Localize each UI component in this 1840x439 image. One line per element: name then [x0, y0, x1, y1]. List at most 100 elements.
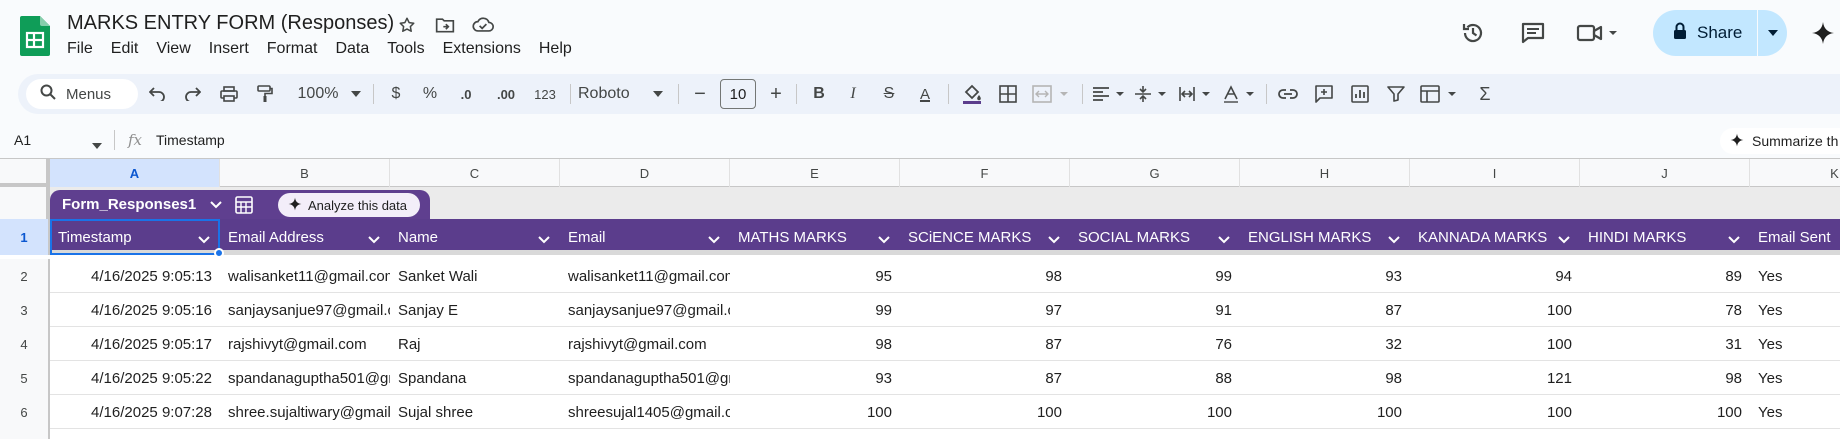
table-calculator-icon[interactable] [232, 194, 256, 216]
cell-timestamp[interactable]: 4/16/2025 9:07:28 [50, 395, 220, 429]
header-cell-email[interactable]: Email [560, 219, 730, 255]
zoom-select[interactable]: 100% [290, 74, 346, 114]
cell-english[interactable]: 32 [1240, 327, 1410, 361]
cell-social[interactable]: 100 [1070, 395, 1240, 429]
menus-search[interactable]: Menus [26, 79, 138, 109]
font-family-select[interactable]: Roboto [578, 74, 638, 114]
cell-hindi[interactable]: 78 [1580, 293, 1750, 327]
column-header-j[interactable]: J [1580, 159, 1750, 187]
column-menu-chevron-icon[interactable] [538, 231, 550, 248]
cell-social[interactable]: 99 [1070, 259, 1240, 293]
menu-data[interactable]: Data [326, 40, 378, 58]
name-box-dropdown-icon[interactable] [92, 136, 102, 154]
cell-email-address[interactable]: spandanaguptha501@gmail.com [220, 361, 390, 395]
analyze-data-button[interactable]: Analyze this data [278, 193, 420, 217]
table-tab[interactable]: Form_Responses1 Analyze this data [50, 190, 430, 219]
summarize-button[interactable]: Summarize th [1720, 128, 1840, 154]
column-header-i[interactable]: I [1410, 159, 1580, 187]
header-cell-email-sent[interactable]: Email Sent [1750, 219, 1840, 255]
cell-email-sent[interactable]: Yes [1750, 327, 1840, 361]
star-icon[interactable] [396, 14, 418, 36]
cell-english[interactable]: 93 [1240, 259, 1410, 293]
cell-maths[interactable]: 99 [730, 293, 900, 327]
menu-view[interactable]: View [147, 40, 199, 58]
column-menu-chevron-icon[interactable] [1218, 231, 1230, 248]
sheets-logo-icon[interactable] [20, 16, 50, 56]
cell-maths[interactable]: 93 [730, 361, 900, 395]
horizontal-align-icon[interactable] [1090, 74, 1130, 114]
select-all-corner[interactable] [0, 159, 50, 187]
cell-name[interactable]: Raj [390, 327, 560, 361]
print-icon[interactable] [216, 74, 242, 114]
column-header-k[interactable]: K [1750, 159, 1840, 187]
cell-email-address[interactable]: walisanket11@gmail.com [220, 259, 390, 293]
menu-extensions[interactable]: Extensions [434, 40, 530, 58]
cell-hindi[interactable]: 100 [1580, 395, 1750, 429]
gemini-sparkle-icon[interactable] [1810, 20, 1836, 46]
header-cell-kannada-marks[interactable]: KANNADA MARKS [1410, 219, 1580, 255]
insert-chart-icon[interactable] [1346, 74, 1374, 114]
cell-maths[interactable]: 100 [730, 395, 900, 429]
header-cell-hindi-marks[interactable]: HINDI MARKS [1580, 219, 1750, 255]
cell-timestamp[interactable]: 4/16/2025 9:05:16 [50, 293, 220, 327]
cell-kannada[interactable]: 94 [1410, 259, 1580, 293]
strikethrough-button[interactable]: S [876, 74, 902, 114]
menu-help[interactable]: Help [530, 40, 581, 58]
column-menu-chevron-icon[interactable] [708, 231, 720, 248]
text-color-button[interactable]: A [912, 74, 938, 114]
share-button[interactable]: Share [1653, 10, 1787, 56]
currency-format-button[interactable]: $ [384, 74, 408, 114]
cell-science[interactable]: 87 [900, 361, 1070, 395]
insert-link-icon[interactable] [1274, 74, 1302, 114]
cell-email[interactable]: rajshivyt@gmail.com [560, 327, 730, 361]
header-cell-timestamp[interactable]: Timestamp [50, 219, 220, 255]
column-header-f[interactable]: F [900, 159, 1070, 187]
spreadsheet-grid[interactable]: A B C D E F G H I J K Form_Responses1 An… [0, 158, 1840, 439]
cell-social[interactable]: 91 [1070, 293, 1240, 327]
row-header-2[interactable]: 2 [0, 259, 50, 293]
header-cell-social-marks[interactable]: SOCIAL MARKS [1070, 219, 1240, 255]
cell-science[interactable]: 97 [900, 293, 1070, 327]
font-size-increase-button[interactable]: + [764, 74, 788, 114]
cell-email-sent[interactable]: Yes [1750, 395, 1840, 429]
cell-hindi[interactable]: 31 [1580, 327, 1750, 361]
column-header-b[interactable]: B [220, 159, 390, 187]
row-header-1[interactable]: 1 [0, 219, 50, 255]
bold-button[interactable]: B [806, 74, 832, 114]
cell-timestamp[interactable]: 4/16/2025 9:05:13 [50, 259, 220, 293]
menu-tools[interactable]: Tools [378, 40, 433, 58]
insert-comment-icon[interactable] [1310, 74, 1338, 114]
header-cell-science-marks[interactable]: SCiENCE MARKS [900, 219, 1070, 255]
cell-hindi[interactable]: 89 [1580, 259, 1750, 293]
borders-icon[interactable] [994, 74, 1022, 114]
column-menu-chevron-icon[interactable] [368, 231, 380, 248]
column-menu-chevron-icon[interactable] [1728, 231, 1740, 248]
comments-icon[interactable] [1520, 20, 1546, 46]
fill-color-icon[interactable] [958, 74, 986, 114]
selection-fill-handle[interactable] [214, 248, 224, 258]
cell-email-sent[interactable]: Yes [1750, 293, 1840, 327]
table-view-icon[interactable] [1418, 74, 1462, 114]
row-header-5[interactable]: 5 [0, 361, 50, 395]
font-size-decrease-button[interactable]: − [688, 74, 712, 114]
cell-email-address[interactable]: rajshivyt@gmail.com [220, 327, 390, 361]
cell-email-sent[interactable]: Yes [1750, 361, 1840, 395]
font-dropdown-icon[interactable] [648, 74, 668, 114]
cell-science[interactable]: 98 [900, 259, 1070, 293]
row-header-4[interactable]: 4 [0, 327, 50, 361]
cell-maths[interactable]: 95 [730, 259, 900, 293]
cloud-status-icon[interactable] [472, 14, 494, 36]
decrease-decimal-button[interactable]: .0 [452, 74, 480, 114]
paint-format-icon[interactable] [252, 74, 278, 114]
text-wrapping-icon[interactable] [1176, 74, 1216, 114]
redo-icon[interactable] [180, 74, 206, 114]
cell-timestamp[interactable]: 4/16/2025 9:05:22 [50, 361, 220, 395]
cell-timestamp[interactable]: 4/16/2025 9:05:17 [50, 327, 220, 361]
cell-science[interactable]: 87 [900, 327, 1070, 361]
column-header-g[interactable]: G [1070, 159, 1240, 187]
functions-button[interactable]: Σ [1472, 74, 1498, 114]
formula-input[interactable]: Timestamp [156, 132, 225, 148]
cell-email-address[interactable]: sanjaysanjue97@gmail.com [220, 293, 390, 327]
cell-hindi[interactable]: 98 [1580, 361, 1750, 395]
column-menu-chevron-icon[interactable] [1048, 231, 1060, 248]
